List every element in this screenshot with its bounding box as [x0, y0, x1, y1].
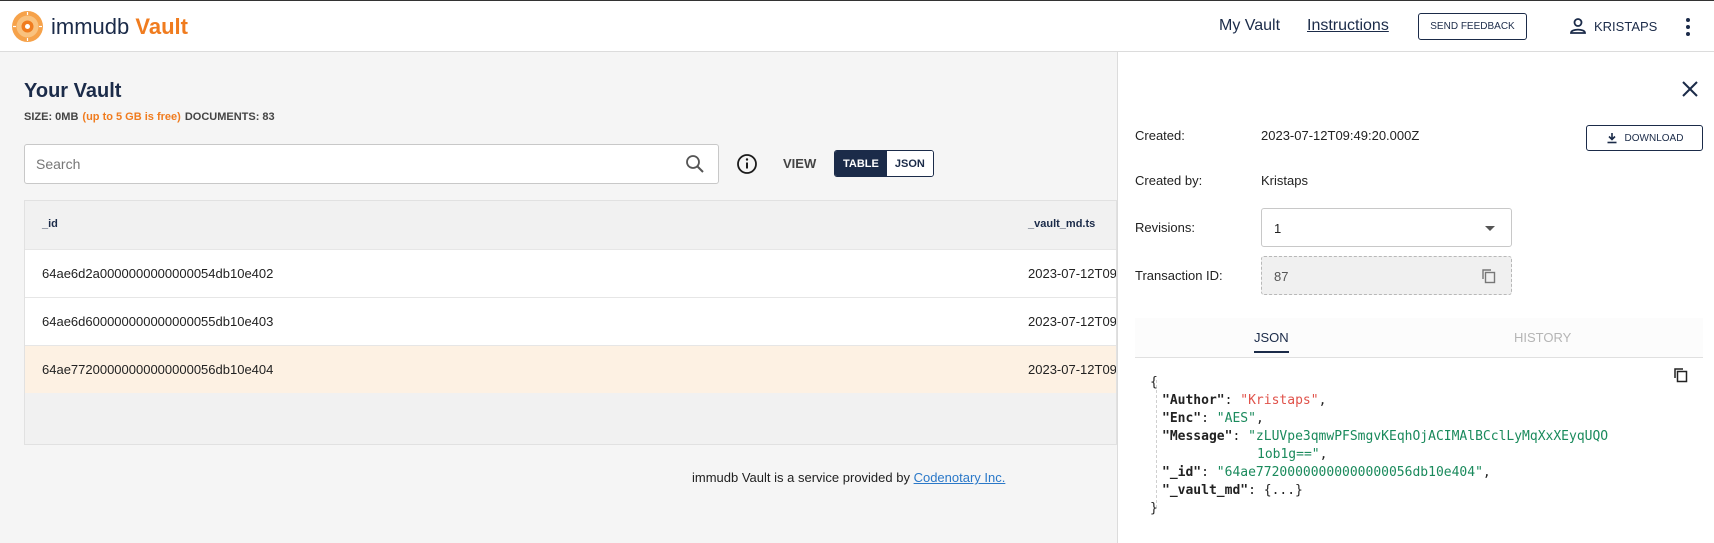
- copy-icon[interactable]: [1480, 267, 1498, 285]
- created-by-label: Created by:: [1135, 173, 1203, 188]
- free-note: (up to 5 GB is free): [82, 111, 181, 123]
- brand-prefix: immudb: [51, 13, 130, 39]
- brand-accent: Vault: [135, 13, 188, 39]
- json-viewer: { "Author": "Kristaps", "Enc": "AES", "M…: [1135, 358, 1703, 543]
- row-id: 64ae77200000000000000056db10e404: [42, 362, 274, 377]
- top-header: immudb Vault My Vault Instructions SEND …: [0, 0, 1714, 52]
- json-value: 1ob1g==": [1257, 447, 1320, 462]
- json-value: "zLUVpe3qmwPFSmgvKEqhOjACIMAlBCclLyMqXxX…: [1248, 429, 1609, 444]
- row-id: 64ae6d2a0000000000000054db10e402: [42, 266, 274, 281]
- view-label: VIEW: [783, 156, 817, 171]
- documents-table: _id _vault_md.ts 64ae6d2a000000000000005…: [24, 200, 1117, 445]
- transaction-id-value: 87: [1274, 269, 1289, 284]
- json-open-brace: {: [1150, 375, 1158, 390]
- tab-json[interactable]: JSON: [1254, 330, 1289, 353]
- row-ts: 2023-07-12T09:: [1028, 266, 1117, 281]
- search-icon[interactable]: [685, 154, 705, 174]
- created-value: 2023-07-12T09:49:20.000Z: [1261, 128, 1420, 143]
- revisions-select[interactable]: 1: [1261, 208, 1512, 247]
- json-line-author: "Author": "Kristaps",: [1162, 393, 1327, 408]
- transaction-id-field: 87: [1261, 256, 1512, 295]
- json-line-vault-md[interactable]: "_vault_md": {...}: [1162, 483, 1303, 498]
- info-icon[interactable]: [736, 153, 758, 175]
- copy-json-icon[interactable]: [1672, 366, 1690, 384]
- page-title: Your Vault: [24, 80, 122, 102]
- nav-instructions[interactable]: Instructions: [1307, 17, 1389, 35]
- row-id: 64ae6d600000000000000055db10e403: [42, 314, 274, 329]
- close-icon[interactable]: [1680, 79, 1700, 99]
- json-close-brace: }: [1150, 501, 1158, 516]
- download-button[interactable]: DOWNLOAD: [1586, 125, 1703, 151]
- more-options-icon[interactable]: [1684, 17, 1692, 37]
- column-header-ts[interactable]: _vault_md.ts: [1028, 218, 1095, 230]
- documents-label: DOCUMENTS: 83: [184, 111, 275, 123]
- footer-text: immudb Vault is a service provided by: [692, 470, 914, 485]
- user-icon: [1570, 18, 1586, 34]
- vault-stats: SIZE: 0MB (up to 5 GB is free) DOCUMENTS: …: [24, 111, 275, 123]
- column-header-id[interactable]: _id: [42, 218, 58, 230]
- created-label: Created:: [1135, 128, 1185, 143]
- json-value: "64ae77200000000000000056db10e404": [1216, 465, 1483, 480]
- json-key: "Enc": [1162, 411, 1202, 426]
- size-label: SIZE: 0MB: [24, 111, 79, 123]
- download-label: DOWNLOAD: [1624, 132, 1684, 144]
- vault-logo-icon: [12, 11, 43, 42]
- json-value: "AES": [1216, 411, 1256, 426]
- transaction-id-label: Transaction ID:: [1135, 268, 1223, 283]
- json-key: "Message": [1162, 429, 1233, 444]
- detail-tabs: JSON HISTORY: [1135, 318, 1703, 358]
- search-input[interactable]: [25, 145, 665, 183]
- view-table-button[interactable]: TABLE: [835, 151, 887, 176]
- revisions-label: Revisions:: [1135, 220, 1195, 235]
- table-row[interactable]: 64ae6d2a0000000000000054db10e402 2023-07…: [25, 249, 1117, 297]
- row-ts: 2023-07-12T09:: [1028, 314, 1117, 329]
- user-menu[interactable]: KRISTAPS: [1568, 16, 1657, 36]
- send-feedback-button[interactable]: SEND FEEDBACK: [1418, 13, 1527, 40]
- view-toggle: TABLE JSON: [834, 150, 934, 177]
- view-json-button[interactable]: JSON: [886, 151, 933, 176]
- json-line-id: "_id": "64ae77200000000000000056db10e404…: [1162, 465, 1491, 480]
- table-row-selected[interactable]: 64ae77200000000000000056db10e404 2023-07…: [25, 345, 1117, 393]
- search-field[interactable]: [24, 144, 719, 184]
- logo[interactable]: immudb Vault: [11, 6, 188, 47]
- nav-my-vault[interactable]: My Vault: [1219, 17, 1280, 35]
- revisions-value: 1: [1274, 221, 1282, 236]
- json-key: "_id": [1162, 465, 1202, 480]
- json-line-enc: "Enc": "AES",: [1162, 411, 1264, 426]
- json-key: "_vault_md": [1162, 483, 1249, 498]
- json-line-message: "Message": "zLUVpe3qmwPFSmgvKEqhOjACIMAl…: [1162, 429, 1609, 444]
- json-collapsed-value: {...}: [1263, 483, 1303, 498]
- json-key: "Author": [1162, 393, 1225, 408]
- json-indent-guide: [1156, 380, 1157, 508]
- footer-link[interactable]: Codenotary Inc.: [914, 470, 1006, 485]
- user-name: KRISTAPS: [1594, 18, 1658, 34]
- json-value: "Kristaps": [1240, 393, 1319, 408]
- document-detail-panel: Created: 2023-07-12T09:49:20.000Z DOWNLO…: [1117, 52, 1714, 543]
- chevron-down-icon: [1485, 226, 1495, 231]
- created-by-value: Kristaps: [1261, 173, 1308, 188]
- download-icon: [1607, 133, 1617, 144]
- table-row[interactable]: 64ae6d600000000000000055db10e403 2023-07…: [25, 297, 1117, 345]
- footer: immudb Vault is a service provided by Co…: [692, 470, 1005, 485]
- brand-name: immudb Vault: [51, 14, 188, 40]
- tab-history[interactable]: HISTORY: [1514, 330, 1571, 345]
- row-ts: 2023-07-12T09:: [1028, 362, 1117, 377]
- json-line-message-cont: 1ob1g==",: [1257, 447, 1328, 462]
